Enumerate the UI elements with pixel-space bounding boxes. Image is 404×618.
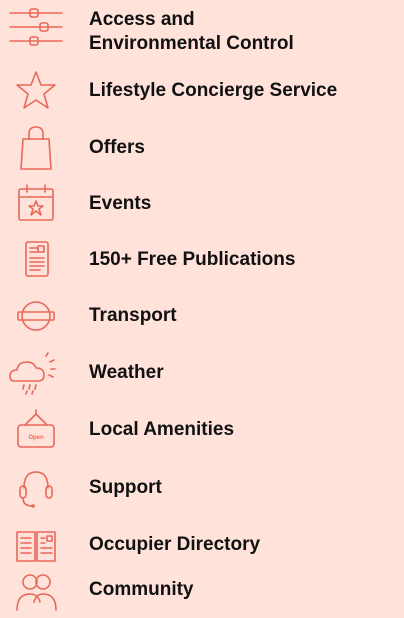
menu-item-weather[interactable]: Weather <box>0 345 404 401</box>
menu-item-community[interactable]: Community <box>0 562 404 618</box>
open-sign-text: Open <box>28 435 44 441</box>
star-icon <box>8 69 64 113</box>
open-sign-icon: Open <box>8 408 64 452</box>
headset-icon <box>8 466 64 510</box>
weather-cloud-sun-icon <box>8 351 64 395</box>
menu-item-events[interactable]: Events <box>0 176 404 232</box>
transport-roundel-icon <box>8 294 64 338</box>
menu-item-label: Transport <box>89 305 177 326</box>
menu-item-transport[interactable]: Transport <box>0 288 404 344</box>
menu-item-label: Support <box>89 477 162 498</box>
menu-item-free-publications[interactable]: 150+ Free Publications <box>0 232 404 288</box>
menu-item-label: Local Amenities <box>89 419 235 440</box>
calendar-star-icon <box>8 182 64 226</box>
menu-item-label: 150+ Free Publications <box>89 249 296 270</box>
open-book-icon <box>8 523 64 567</box>
menu-item-label: Weather <box>89 362 164 383</box>
people-icon <box>8 568 64 612</box>
menu-item-label: Access and Environmental Control <box>89 9 294 54</box>
sliders-icon <box>8 6 64 50</box>
menu-item-local-amenities[interactable]: Open Local Amenities <box>0 402 404 458</box>
menu-item-label: Lifestyle Concierge Service <box>89 80 338 101</box>
shopping-bag-icon <box>8 126 64 170</box>
menu-item-support[interactable]: Support <box>0 460 404 516</box>
menu-item-label: Occupier Directory <box>89 534 261 555</box>
menu-item-label: Community <box>89 579 194 600</box>
menu-item-offers[interactable]: Offers <box>0 120 404 176</box>
menu-item-lifestyle-concierge[interactable]: Lifestyle Concierge Service <box>0 63 404 119</box>
menu-item-label: Events <box>89 193 152 214</box>
menu-item-access-environmental-control[interactable]: Access and Environmental Control <box>0 0 404 56</box>
publication-icon <box>8 238 64 282</box>
services-menu: Access and Environmental Control Lifesty… <box>0 0 404 618</box>
menu-item-label: Offers <box>89 137 145 158</box>
